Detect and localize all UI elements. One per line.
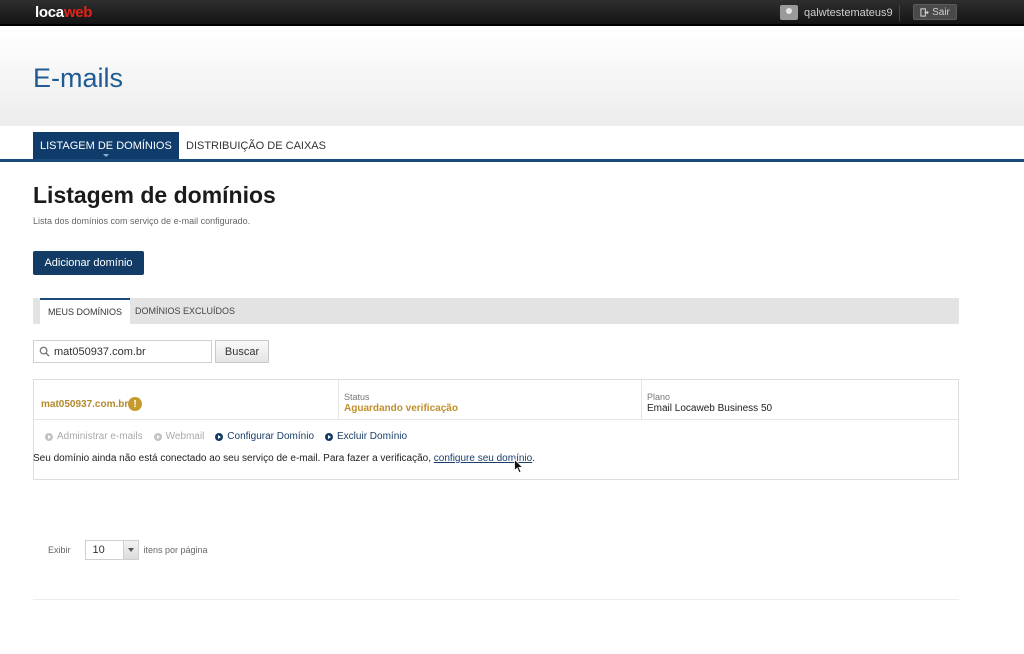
logout-icon [920, 7, 929, 17]
chevron-down-icon[interactable] [122, 541, 138, 559]
warning-icon: ! [128, 397, 142, 411]
locaweb-logo[interactable]: locaweb [35, 4, 92, 21]
user-menu[interactable]: qalwtestemateus9 [780, 5, 893, 20]
per-page-suffix: itens por página [143, 545, 208, 555]
action-label: Excluir Domínio [337, 431, 408, 442]
main-tabs: LISTAGEM DE DOMÍNIOS DISTRIBUIÇÃO DE CAI… [0, 126, 1024, 162]
search-input[interactable] [54, 345, 204, 358]
domain-actions: Administrar e-mails Webmail Configurar D… [45, 431, 418, 442]
action-label: Configurar Domínio [227, 431, 315, 442]
domain-name-cell: mat050937.com.br ! [34, 380, 339, 420]
search-box [33, 340, 212, 363]
notice-text: Seu domínio ainda não está conectado ao … [33, 453, 432, 464]
status-label: Status [344, 392, 370, 402]
logout-label: Sair [932, 6, 950, 18]
plan-value: Email Locaweb Business 50 [647, 403, 773, 414]
arrow-circle-icon [45, 432, 53, 441]
show-label: Exibir [48, 545, 71, 555]
domain-plan-cell: Plano Email Locaweb Business 50 [642, 380, 958, 420]
domain-card: mat050937.com.br ! Status Aguardando ver… [33, 379, 959, 480]
user-avatar-icon [780, 5, 798, 20]
topbar-divider [899, 5, 900, 21]
arrow-circle-icon [153, 432, 162, 441]
tab-mailbox-distribution[interactable]: DISTRIBUIÇÃO DE CAIXAS [179, 132, 333, 159]
logout-button[interactable]: Sair [913, 4, 957, 20]
domain-name[interactable]: mat050937.com.br [41, 399, 128, 410]
tab-domain-list[interactable]: LISTAGEM DE DOMÍNIOS [33, 132, 179, 159]
tab-my-domains[interactable]: MEUS DOMÍNIOS [40, 298, 131, 329]
page-header: E-mails [0, 28, 1024, 126]
plan-label: Plano [647, 392, 671, 402]
domain-sub-tabs: MEUS DOMÍNIOS DOMÍNIOS EXCLUÍDOS [33, 298, 959, 329]
add-domain-button[interactable]: Adicionar domínio [33, 251, 144, 275]
verification-notice: Seu domínio ainda não está conectado ao … [33, 453, 535, 464]
search-button[interactable]: Buscar [215, 340, 269, 363]
action-webmail: Webmail [153, 431, 205, 442]
per-page-value: 10 [92, 544, 105, 556]
action-label: Webmail [165, 431, 205, 442]
action-configure-domain[interactable]: Configurar Domínio [215, 431, 314, 442]
section-title: Listagem de domínios [33, 182, 276, 208]
bottom-divider [33, 599, 959, 600]
status-value: Aguardando verificação [344, 403, 458, 414]
notice-end: . [532, 453, 535, 464]
mouse-cursor-icon [514, 459, 524, 474]
pagination-controls: Exibir 10 itens por página [48, 540, 208, 560]
domain-info-row: mat050937.com.br ! Status Aguardando ver… [34, 380, 958, 420]
action-label: Administrar e-mails [57, 431, 143, 442]
page-title: E-mails [33, 63, 124, 93]
username: qalwtestemateus9 [804, 6, 893, 19]
section-description: Lista dos domínios com serviço de e-mail… [33, 216, 251, 226]
search-icon [34, 341, 54, 362]
arrow-circle-icon [215, 432, 224, 441]
logo-text-part1: loca [35, 4, 64, 21]
action-manage-emails: Administrar e-mails [45, 431, 143, 442]
logo-text-part2: web [63, 4, 93, 21]
arrow-circle-icon [325, 432, 334, 441]
domain-status-cell: Status Aguardando verificação [339, 380, 642, 420]
action-delete-domain[interactable]: Excluir Domínio [325, 431, 407, 442]
per-page-select[interactable]: 10 [84, 540, 139, 560]
top-bar: locaweb qalwtestemateus9 Sair [0, 0, 1024, 26]
tab-deleted-domains[interactable]: DOMÍNIOS EXCLUÍDOS [127, 298, 243, 324]
